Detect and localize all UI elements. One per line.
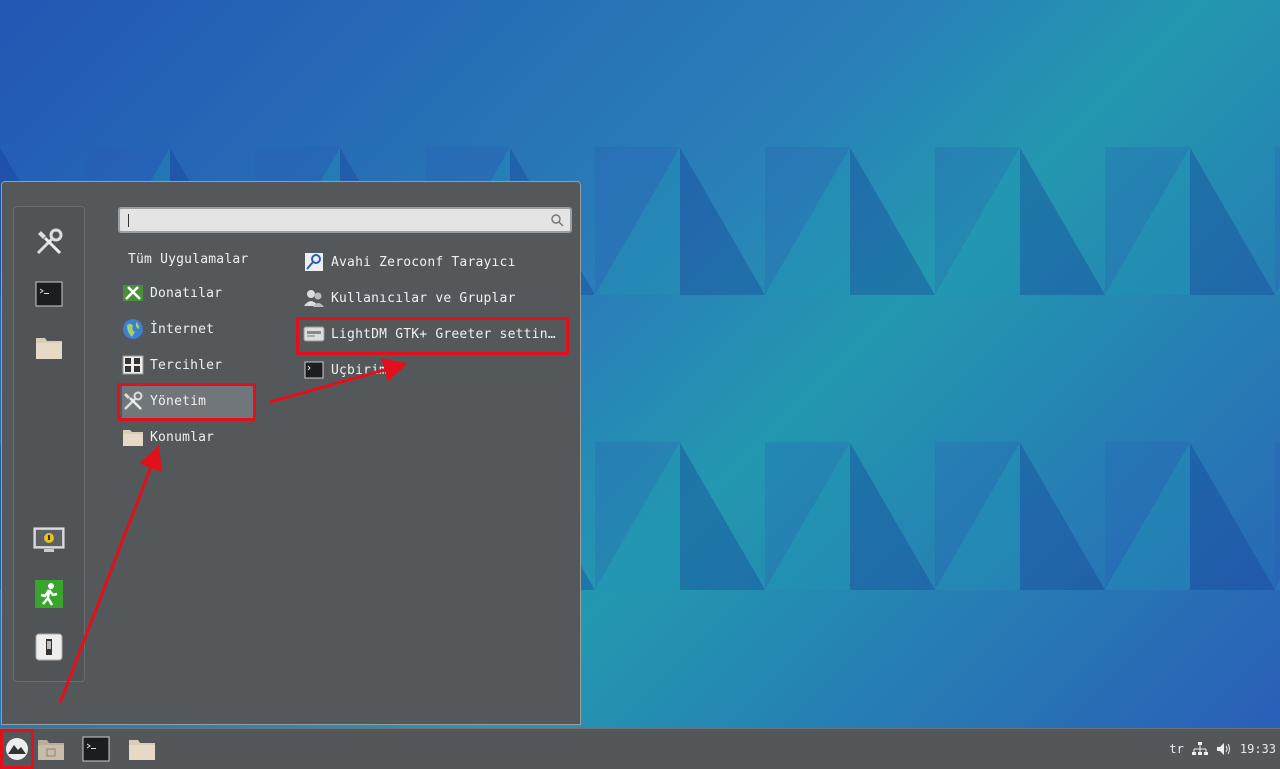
keyboard-layout-indicator[interactable]: tr [1169,742,1183,756]
app-label: Kullanıcılar ve Gruplar [331,290,516,306]
category-label: İnternet [150,321,215,337]
settings-tools-icon[interactable] [33,226,65,258]
application-menu: Tüm Uygulamalar Donatılar İnternet Terci… [1,181,581,725]
preferences-icon [122,354,144,376]
folder-icon [129,740,155,760]
app-label: Uçbirim [331,362,388,378]
lock-screen-icon[interactable] [33,525,65,557]
avahi-browser-icon [303,251,325,273]
places-folder-icon [122,426,144,448]
network-icon[interactable] [1191,742,1208,756]
category-all-applications[interactable]: Tüm Uygulamalar [128,242,248,276]
accessories-icon [122,282,144,304]
users-groups-icon [303,287,325,309]
folder-icon[interactable] [33,331,65,363]
app-label: Avahi Zeroconf Tarayıcı [331,254,516,270]
shutdown-icon[interactable] [33,631,65,663]
category-label: Tercihler [150,357,223,373]
annotation-highlight-lightdm [296,317,569,355]
category-label: Donatılar [150,285,223,301]
app-avahi-zeroconf-browser[interactable]: Avahi Zeroconf Tarayıcı [303,245,568,279]
terminal-icon [303,359,325,381]
internet-globe-icon [122,318,144,340]
annotation-highlight-administration [117,383,256,421]
start-menu-button[interactable] [0,729,34,769]
system-tray: tr 19:33 [1169,729,1276,769]
text-cursor [128,214,129,227]
taskbar: tr 19:33 [0,728,1280,769]
favorites-sidebar [13,206,85,682]
menu-logo-icon [6,738,28,760]
taskbar-terminal[interactable] [80,733,112,765]
folder-icon [38,740,64,760]
taskbar-file-manager[interactable] [35,733,67,765]
clock[interactable]: 19:33 [1240,742,1276,756]
app-terminal[interactable]: Uçbirim [303,353,568,387]
category-places[interactable]: Konumlar [122,420,372,454]
search-input[interactable] [118,207,572,233]
app-users-and-groups[interactable]: Kullanıcılar ve Gruplar [303,281,568,315]
logout-icon[interactable] [33,578,65,610]
search-icon [551,214,564,227]
terminal-icon[interactable] [33,278,65,310]
terminal-icon [82,736,110,762]
volume-icon[interactable] [1216,742,1232,756]
category-label: Tüm Uygulamalar [128,251,249,267]
category-label: Konumlar [150,429,215,445]
taskbar-folder[interactable] [126,733,158,765]
